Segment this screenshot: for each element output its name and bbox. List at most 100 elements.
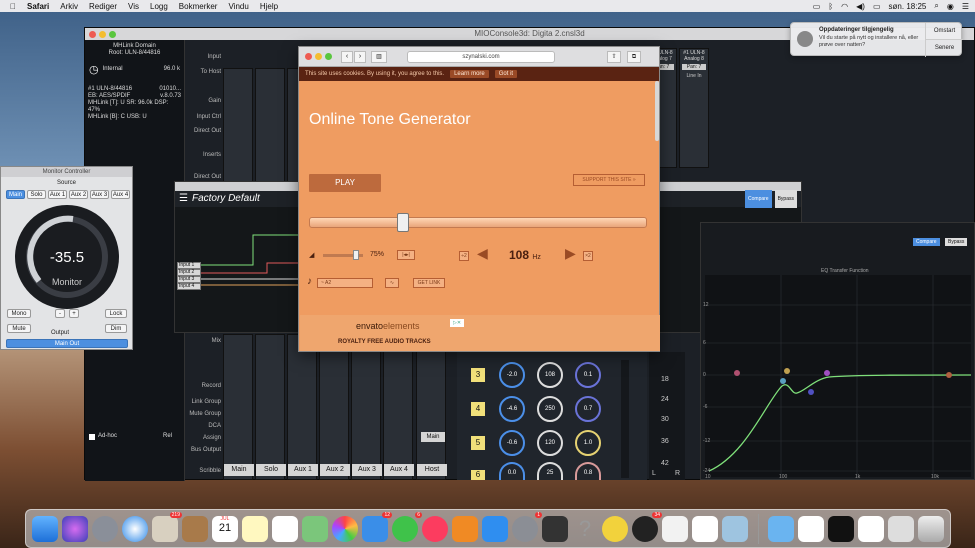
help-icon[interactable]: ? <box>572 516 598 542</box>
volume-slider-handle[interactable] <box>353 250 359 260</box>
source-aux2-button[interactable]: Aux 2 <box>69 190 88 199</box>
launchpad-icon[interactable] <box>92 516 118 542</box>
channel-strip[interactable]: Aux 1 <box>287 334 318 480</box>
back-button[interactable]: ‹ <box>341 51 353 63</box>
minimize-button[interactable] <box>99 31 106 38</box>
app-store-icon[interactable] <box>482 516 508 542</box>
reminders-icon[interactable] <box>272 516 298 542</box>
monitor-titlebar[interactable]: Monitor Controller <box>1 167 132 177</box>
safari-toolbar[interactable]: ‹ › ▥ szynalski.com ⇧ ⧉ <box>299 47 659 67</box>
get-link-button[interactable]: GET LINK <box>413 278 445 288</box>
q-knob[interactable]: 1.0 <box>575 430 601 456</box>
maps-icon[interactable] <box>302 516 328 542</box>
messages-icon[interactable]: 6 <box>392 512 422 542</box>
channel-strip[interactable]: Host <box>416 334 447 480</box>
battery-icon[interactable]: ▭ <box>873 2 881 11</box>
gain-knob[interactable]: 0.0 <box>499 462 525 480</box>
downloads-folder-icon[interactable] <box>768 516 794 542</box>
menu-vis[interactable]: Vis <box>128 2 139 11</box>
gain-knob[interactable]: -0.6 <box>499 430 525 456</box>
increase-frequency-icon[interactable]: ▶ <box>565 245 576 262</box>
forward-button[interactable]: › <box>354 51 366 63</box>
close-button[interactable] <box>305 53 312 60</box>
lock-button[interactable]: Lock <box>105 309 127 318</box>
books-icon[interactable] <box>452 516 478 542</box>
close-button[interactable] <box>89 31 96 38</box>
textedit-icon[interactable] <box>692 516 718 542</box>
got-it-button[interactable]: Got it <box>494 70 518 78</box>
waveform-button[interactable]: ∿ <box>385 278 399 288</box>
mono-button[interactable]: Mono <box>7 309 31 318</box>
tidal-icon[interactable] <box>662 516 688 542</box>
eq-graph[interactable] <box>705 275 971 477</box>
siri-icon[interactable]: ◉ <box>947 2 954 11</box>
play-button[interactable]: PLAY <box>309 174 381 192</box>
eq-band-handle[interactable] <box>784 368 790 374</box>
dim-button[interactable]: Dim <box>105 324 127 333</box>
eq-band-handle[interactable] <box>808 389 814 395</box>
band-number[interactable]: 6 <box>471 470 485 480</box>
eq-band-handle[interactable] <box>780 378 786 384</box>
eq-band-handle[interactable] <box>946 372 952 378</box>
bypass-button[interactable]: Bypass <box>774 190 797 208</box>
source-main-button[interactable]: Main <box>6 190 25 199</box>
double-button[interactable]: ×2 <box>583 251 593 261</box>
safari-icon[interactable] <box>122 516 148 542</box>
finder-icon[interactable] <box>32 516 58 542</box>
ad-close-icon[interactable]: ▷✕ <box>450 319 464 327</box>
freq-knob[interactable]: 108 <box>537 362 563 388</box>
system-preferences-icon[interactable]: 1 <box>512 512 542 542</box>
mute-button[interactable]: Mute <box>7 324 31 333</box>
input-port[interactable]: Input 3 <box>177 276 201 283</box>
halve-button[interactable]: ÷2 <box>459 251 469 261</box>
preview-icon[interactable] <box>722 516 748 542</box>
photos-app-icon[interactable]: 219 <box>152 512 182 542</box>
restart-button[interactable]: Omstart <box>925 23 963 40</box>
channel-strip[interactable]: Aux 3 <box>351 334 382 480</box>
address-bar[interactable]: szynalski.com <box>407 51 555 63</box>
contacts-icon[interactable] <box>182 516 208 542</box>
sample-rate[interactable]: 96.0 k <box>164 66 180 73</box>
channel-strip[interactable]: #1 ULN-8 Analog 8 Pan: 7 Line In <box>679 48 709 168</box>
music-icon[interactable] <box>422 516 448 542</box>
volume-up-button[interactable]: + <box>69 309 79 318</box>
source-aux3-button[interactable]: Aux 3 <box>90 190 109 199</box>
source-solo-button[interactable]: Solo <box>27 190 46 199</box>
source-aux1-button[interactable]: Aux 1 <box>48 190 67 199</box>
channel-strip-top[interactable] <box>255 68 285 186</box>
channel-strip[interactable]: Aux 4 <box>383 334 414 480</box>
photos-icon[interactable] <box>332 516 358 542</box>
eq-compare-button[interactable]: Compare <box>913 238 940 246</box>
duck-icon[interactable] <box>602 516 628 542</box>
source-aux4-button[interactable]: Aux 4 <box>111 190 130 199</box>
speaker-balance-button[interactable]: |◂▸| <box>397 250 415 260</box>
search-icon[interactable]: ⌕ <box>934 1 938 11</box>
note-select[interactable]: ~ A2 <box>317 278 373 288</box>
airplay-icon[interactable]: ▭ <box>813 2 821 11</box>
notification-center-icon[interactable]: ☰ <box>962 2 969 11</box>
calendar-icon[interactable]: JUL 21 <box>212 516 238 542</box>
freq-knob[interactable]: 25 <box>537 462 563 480</box>
output-select[interactable]: Main Out <box>6 339 128 348</box>
zoom-button[interactable] <box>325 53 332 60</box>
tabs-icon[interactable]: ⧉ <box>627 51 641 63</box>
menu-rediger[interactable]: Rediger <box>89 2 117 11</box>
adhoc-checkbox[interactable] <box>89 433 95 440</box>
main-button[interactable]: Main <box>421 432 445 442</box>
menu-safari[interactable]: Safari <box>27 2 49 11</box>
keyboard-icon[interactable] <box>828 516 854 542</box>
eq-bypass-button[interactable]: Bypass <box>945 238 968 246</box>
notes-icon[interactable] <box>242 516 268 542</box>
frequency-slider[interactable] <box>309 217 647 228</box>
band-number[interactable]: 4 <box>471 402 485 416</box>
channel-strip-top[interactable] <box>223 68 253 186</box>
volume-down-button[interactable]: - <box>55 309 65 318</box>
eq-band-handle[interactable] <box>734 370 740 376</box>
volume-icon[interactable]: ◀) <box>856 2 865 11</box>
frequency-slider-handle[interactable] <box>397 213 410 232</box>
wifi-icon[interactable]: ◠ <box>841 2 848 11</box>
menu-hjelp[interactable]: Hjelp <box>260 2 278 11</box>
q-knob[interactable]: 0.7 <box>575 396 601 422</box>
siri-icon[interactable] <box>62 516 88 542</box>
sidebar-icon[interactable]: ▥ <box>371 51 387 63</box>
